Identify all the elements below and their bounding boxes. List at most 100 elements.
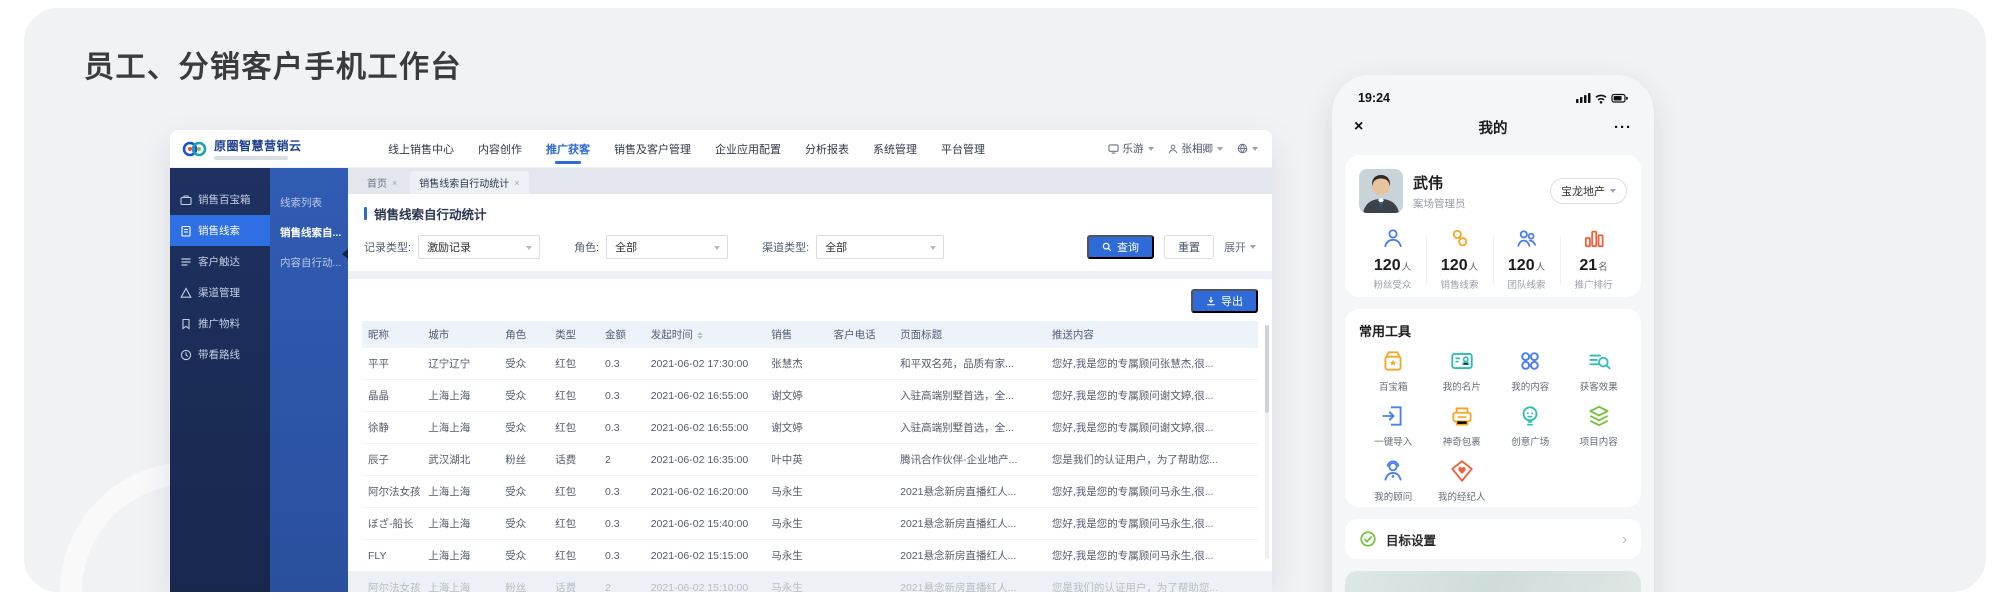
nav-enterprise-app-config[interactable]: 企业应用配置 (715, 130, 781, 168)
tool-my-card[interactable]: 我的名片 (1428, 348, 1497, 393)
tool-treasure-box[interactable]: 百宝箱 (1359, 348, 1428, 393)
goal-setting-label: 目标设置 (1386, 530, 1436, 549)
table-row[interactable]: ぼざ-船长上海上海受众红包0.32021-06-02 15:40:00马永生20… (362, 508, 1258, 540)
nav-sales-customer-mgmt[interactable]: 销售及客户管理 (614, 130, 691, 168)
cell: 谢文婷 (765, 412, 827, 444)
table-header-row: 昵称 城市 角色 类型 金额 发起时间 销售 客户电话 页面标题 推送内容 (362, 321, 1258, 348)
cell: 入驻高端别墅首选，全... (894, 380, 1046, 412)
tool-label: 获客效果 (1580, 379, 1618, 393)
chevron-down-icon (1250, 245, 1256, 249)
cell: 受众 (499, 476, 549, 508)
package-icon (1449, 403, 1475, 429)
stat-unit: 名 (1598, 262, 1608, 273)
tool-magic-package[interactable]: 神奇包裹 (1428, 403, 1497, 448)
stat-team-leads[interactable]: 120人 团队线索 (1493, 226, 1560, 299)
nav-promotion-acquisition[interactable]: 推广获客 (546, 130, 590, 168)
cell: 0.3 (599, 476, 645, 508)
scrollbar-thumb[interactable] (1265, 325, 1269, 413)
table-row[interactable]: 徐静上海上海受众红包0.32021-06-02 16:55:00谢文婷入驻高端别… (362, 412, 1258, 444)
select-value: 全部 (615, 239, 637, 255)
nav-system-mgmt[interactable]: 系统管理 (873, 130, 917, 168)
submenu-lead-list[interactable]: 线索列表 (270, 188, 348, 218)
table-row[interactable]: 阿尔法女孩上海上海受众红包0.32021-06-02 16:20:00马永生20… (362, 476, 1258, 508)
tool-my-broker[interactable]: 我的经纪人 (1428, 458, 1497, 503)
stat-promo-ranking[interactable]: 21名 推广排行 (1560, 226, 1627, 299)
more-menu-icon[interactable]: ··· (1614, 119, 1632, 136)
table-row[interactable]: 平平辽宁辽宁受众红包0.32021-06-02 17:30:00张慧杰和平双名苑… (362, 348, 1258, 380)
col-customer-phone[interactable]: 客户电话 (828, 321, 895, 348)
tool-my-content[interactable]: 我的内容 (1496, 348, 1565, 393)
stat-unit: 人 (1469, 262, 1479, 273)
tool-acquisition-effect[interactable]: 获客效果 (1565, 348, 1634, 393)
sidebar-item-customer-reach[interactable]: 客户触达 (170, 246, 270, 277)
nav-content-creation[interactable]: 内容创作 (478, 130, 522, 168)
col-push-content[interactable]: 推送内容 (1046, 321, 1258, 348)
tool-label: 我的顾问 (1374, 489, 1412, 503)
tab-lead-stats[interactable]: 销售线索自行动统计× (410, 171, 528, 194)
col-sales[interactable]: 销售 (765, 321, 827, 348)
tool-one-click-import[interactable]: 一键导入 (1359, 403, 1428, 448)
tool-project-content[interactable]: 项目内容 (1565, 403, 1634, 448)
stat-fans-audience[interactable]: 120人 粉丝受众 (1359, 226, 1426, 299)
cell: 2 (599, 444, 645, 476)
tool-creative-plaza[interactable]: 创意广场 (1496, 403, 1565, 448)
main-content: 首页× 销售线索自行动统计× 销售线索自行动统计 (348, 168, 1272, 592)
sidebar-item-label: 客户触达 (198, 254, 240, 269)
cell: 徐静 (362, 412, 422, 444)
submenu-content-self-action[interactable]: 内容自行动... (270, 248, 348, 278)
col-city[interactable]: 城市 (422, 321, 499, 348)
nav-platform-mgmt[interactable]: 平台管理 (941, 130, 985, 168)
page-tabs: 首页 × 销售线索自行动统计× (348, 168, 1272, 194)
export-button[interactable]: 导出 (1191, 289, 1258, 313)
close-icon[interactable]: × (514, 178, 519, 188)
search-button[interactable]: 查询 (1087, 235, 1154, 259)
org-switcher[interactable]: 宝龙地产 (1550, 178, 1627, 204)
expand-toggle[interactable]: 展开 (1224, 239, 1256, 255)
cell: 上海上海 (422, 508, 499, 540)
table-row[interactable]: FLY上海上海受众红包0.32021-06-02 15:15:00马永生2021… (362, 540, 1258, 572)
col-type[interactable]: 类型 (549, 321, 599, 348)
tools-card: 常用工具 百宝箱 我的名片 我的内容 (1345, 309, 1641, 507)
stat-sales-leads[interactable]: 120人 销售线索 (1426, 226, 1493, 299)
tab-home[interactable]: 首页 × (358, 171, 406, 194)
close-icon[interactable]: × (392, 178, 397, 188)
nav-analytics-report[interactable]: 分析报表 (805, 130, 849, 168)
sidebar-item-sales-toolbox[interactable]: 销售百宝箱 (170, 184, 270, 215)
col-start-time[interactable]: 发起时间 (645, 321, 766, 348)
col-role[interactable]: 角色 (499, 321, 549, 348)
workspace-switcher[interactable]: 乐游 (1108, 141, 1154, 156)
brand-logo[interactable]: 原圈智慧营销云 (182, 137, 388, 160)
avatar[interactable] (1359, 169, 1403, 213)
role-select[interactable]: 全部 (606, 235, 728, 259)
cell: ぼざ-船长 (362, 508, 422, 540)
table-row[interactable]: 辰子武汉湖北粉丝话费22021-06-02 16:35:00叶中英腾讯合作伙伴-… (362, 444, 1258, 476)
globe-icon (1237, 143, 1248, 154)
cell: 和平双名苑，品质有家... (894, 348, 1046, 380)
role-label: 角色: (574, 239, 599, 255)
table-row[interactable]: 阿尔法女孩上海上海粉丝话费22021-06-02 15:10:00马永生2021… (362, 572, 1258, 593)
language-switcher[interactable] (1237, 143, 1258, 154)
submenu-lead-self-action-stats[interactable]: 销售线索自... (270, 218, 348, 248)
sidebar-item-tour-route[interactable]: 带看路线 (170, 339, 270, 370)
col-page-title[interactable]: 页面标题 (894, 321, 1046, 348)
goal-setting-card[interactable]: 目标设置 › (1345, 519, 1641, 559)
phone-mockup: 19:24 × 我的 ··· (1332, 75, 1654, 592)
tab-label: 首页 (367, 175, 387, 190)
col-nickname[interactable]: 昵称 (362, 321, 422, 348)
record-type-select[interactable]: 激励记录 (418, 235, 540, 259)
table-scrollbar[interactable] (1265, 325, 1269, 559)
stat-value: 120 (1441, 257, 1468, 274)
nav-online-sales-center[interactable]: 线上销售中心 (388, 130, 454, 168)
sort-icon[interactable] (697, 332, 703, 339)
sidebar-item-promo-materials[interactable]: 推广物料 (170, 308, 270, 339)
cell: 您好,我是您的专属顾问张慧杰,很... (1046, 348, 1258, 380)
import-icon (1380, 403, 1406, 429)
tool-my-advisor[interactable]: 我的顾问 (1359, 458, 1428, 503)
col-amount[interactable]: 金额 (599, 321, 645, 348)
table-row[interactable]: 晶晶上海上海受众红包0.32021-06-02 16:55:00谢文婷入驻高端别… (362, 380, 1258, 412)
sidebar-item-sales-leads[interactable]: 销售线索 (170, 215, 270, 246)
channel-type-select[interactable]: 全部 (816, 235, 944, 259)
reset-button[interactable]: 重置 (1164, 235, 1214, 259)
sidebar-item-channel-mgmt[interactable]: 渠道管理 (170, 277, 270, 308)
account-menu[interactable]: 张相卿 (1168, 141, 1224, 156)
